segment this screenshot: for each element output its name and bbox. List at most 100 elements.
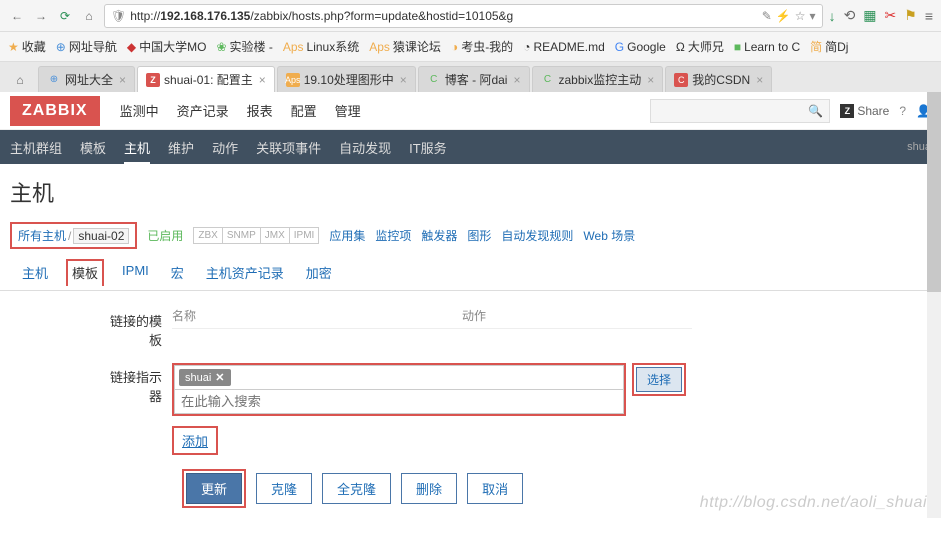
template-selector[interactable]: shuai ✕ (174, 365, 624, 390)
dropdown-icon[interactable]: ▾ (810, 9, 816, 23)
bookmark-item[interactable]: ◑考虫-我的 (451, 38, 513, 55)
wand-icon[interactable]: ✎ (762, 9, 772, 23)
star-bookmark-icon[interactable]: ☆ (795, 9, 806, 23)
reload-icon[interactable]: ⟳ (56, 7, 74, 25)
tab-home-icon[interactable]: ⌂ (8, 68, 32, 92)
tab-ipmi[interactable]: IPMI (118, 259, 153, 286)
zabbix-favicon: Z (146, 73, 160, 87)
help-icon[interactable]: ? (899, 104, 906, 118)
breadcrumb-all-hosts[interactable]: 所有主机 (18, 227, 66, 244)
clone-button[interactable]: 克隆 (256, 473, 312, 504)
bookmark-item[interactable]: 简简Dj (810, 38, 848, 55)
tab-encryption[interactable]: 加密 (302, 259, 336, 286)
add-link[interactable]: 添加 (172, 426, 218, 455)
nav-administration[interactable]: 管理 (335, 101, 361, 120)
col-action: 动作 (462, 307, 486, 324)
subnav-hosts[interactable]: 主机 (124, 130, 150, 165)
apps-icon[interactable]: ▦ (863, 7, 876, 24)
bookmark-item[interactable]: GGoogle (615, 40, 666, 54)
download-icon[interactable]: ↓ (829, 8, 836, 24)
bookmark-item[interactable]: Aps猿课论坛 (369, 38, 441, 55)
flash-icon[interactable]: ⚡ (776, 9, 791, 23)
back-icon[interactable]: ← (8, 7, 26, 25)
browser-tab[interactable]: Czabbix监控主动× (532, 66, 664, 92)
tab-macros[interactable]: 宏 (167, 259, 188, 286)
share-button[interactable]: ZShare (840, 104, 889, 118)
browser-tab[interactable]: Zshuai-01: 配置主× (137, 66, 275, 92)
zabbix-search[interactable]: 🔍 (650, 99, 830, 123)
flag-icon[interactable]: ⚑ (904, 7, 917, 24)
page-title: 主机 (0, 164, 941, 222)
bookmark-item[interactable]: ApsLinux系统 (283, 38, 359, 55)
browser-tab[interactable]: C博客 - 阿dai× (418, 66, 530, 92)
scroll-thumb[interactable] (927, 92, 941, 292)
nav-configuration[interactable]: 配置 (291, 101, 317, 120)
subnav-templates[interactable]: 模板 (80, 130, 106, 165)
nav-monitoring[interactable]: 监测中 (120, 101, 159, 120)
bookmark-item[interactable]: Ω大师兄 (676, 38, 724, 55)
subnav-itservices[interactable]: IT服务 (409, 130, 447, 165)
breadcrumb: 所有主机 / shuai-02 (10, 222, 137, 249)
sync-icon[interactable]: ⟲ (844, 7, 856, 24)
delete-button[interactable]: 删除 (401, 473, 457, 504)
link-graphs[interactable]: 图形 (467, 227, 491, 244)
subnav-maintenance[interactable]: 维护 (168, 130, 194, 165)
close-icon[interactable]: × (119, 73, 126, 87)
tab-host[interactable]: 主机 (18, 259, 52, 286)
bookmarks-bar: ★收藏 ⊕网址导航 ◆中国大学MO ❀实验楼 - ApsLinux系统 Aps猿… (0, 32, 941, 62)
menu-icon[interactable]: ≡ (925, 8, 933, 24)
host-tabs: 主机 模板 IPMI 宏 主机资产记录 加密 (0, 259, 941, 291)
full-clone-button[interactable]: 全克隆 (322, 473, 391, 504)
forward-icon[interactable]: → (32, 7, 50, 25)
bookmark-item[interactable]: ■Learn to C (734, 40, 800, 54)
close-icon[interactable]: × (259, 73, 266, 87)
update-button[interactable]: 更新 (186, 473, 242, 504)
linked-templates-label: 链接的模板 (100, 307, 172, 349)
browser-tab[interactable]: C我的CSDN× (665, 66, 772, 92)
toolbar-right: ↓ ⟲ ▦ ✂ ⚑ ≡ (829, 7, 933, 24)
host-info-row: 所有主机 / shuai-02 已启用 ZBX SNMP JMX IPMI 应用… (0, 222, 941, 259)
remove-chip-icon[interactable]: ✕ (215, 371, 224, 384)
link-discovery-rules[interactable]: 自动发现规则 (501, 227, 573, 244)
scrollbar-vertical[interactable] (927, 92, 941, 518)
tab-templates[interactable]: 模板 (66, 259, 104, 286)
bookmark-item[interactable]: ❀实验楼 - (216, 38, 272, 55)
nav-reports[interactable]: 报表 (247, 101, 273, 120)
shield-icon: 🛡 (111, 9, 126, 23)
url-bar[interactable]: 🛡 http://192.168.176.135/zabbix/hosts.ph… (104, 4, 823, 28)
nav-inventory[interactable]: 资产记录 (177, 101, 229, 120)
search-hint-input[interactable] (174, 390, 624, 414)
close-icon[interactable]: × (400, 73, 407, 87)
bookmarks-btn[interactable]: ★收藏 (8, 38, 46, 55)
bookmark-item[interactable]: ◔README.md (523, 40, 605, 54)
link-web-scenarios[interactable]: Web 场景 (583, 227, 635, 244)
browser-tab[interactable]: Aps19.10处理图形中× (277, 66, 416, 92)
linked-templates-row: 链接的模板 名称 动作 (100, 307, 931, 349)
cut-icon[interactable]: ✂ (885, 7, 897, 24)
select-button[interactable]: 选择 (636, 367, 682, 392)
template-chip: shuai ✕ (179, 369, 231, 386)
link-indicator-row: 链接指示器 shuai ✕ 选择 (100, 363, 931, 455)
bookmark-item[interactable]: ◆中国大学MO (127, 38, 207, 55)
enabled-status: 已启用 (147, 227, 183, 244)
subnav-hostgroups[interactable]: 主机群组 (10, 130, 62, 165)
proto-snmp: SNMP (223, 228, 261, 243)
close-icon[interactable]: × (513, 73, 520, 87)
link-triggers[interactable]: 触发器 (421, 227, 457, 244)
browser-tab[interactable]: ⊕网址大全× (38, 66, 135, 92)
link-applications[interactable]: 应用集 (329, 227, 365, 244)
subnav-correlation[interactable]: 关联项事件 (256, 130, 321, 165)
cancel-button[interactable]: 取消 (467, 473, 523, 504)
subnav-discovery[interactable]: 自动发现 (339, 130, 391, 165)
close-icon[interactable]: × (756, 73, 763, 87)
home-icon[interactable]: ⌂ (80, 7, 98, 25)
link-items[interactable]: 监控项 (375, 227, 411, 244)
subnav-actions[interactable]: 动作 (212, 130, 238, 165)
protocol-badges: ZBX SNMP JMX IPMI (193, 227, 319, 244)
bookmark-item[interactable]: ⊕网址导航 (56, 38, 117, 55)
template-search-input[interactable] (181, 394, 617, 409)
aps-favicon: Aps (286, 73, 300, 87)
close-icon[interactable]: × (647, 73, 654, 87)
tab-inventory[interactable]: 主机资产记录 (202, 259, 288, 286)
zabbix-logo[interactable]: ZABBIX (10, 96, 100, 126)
